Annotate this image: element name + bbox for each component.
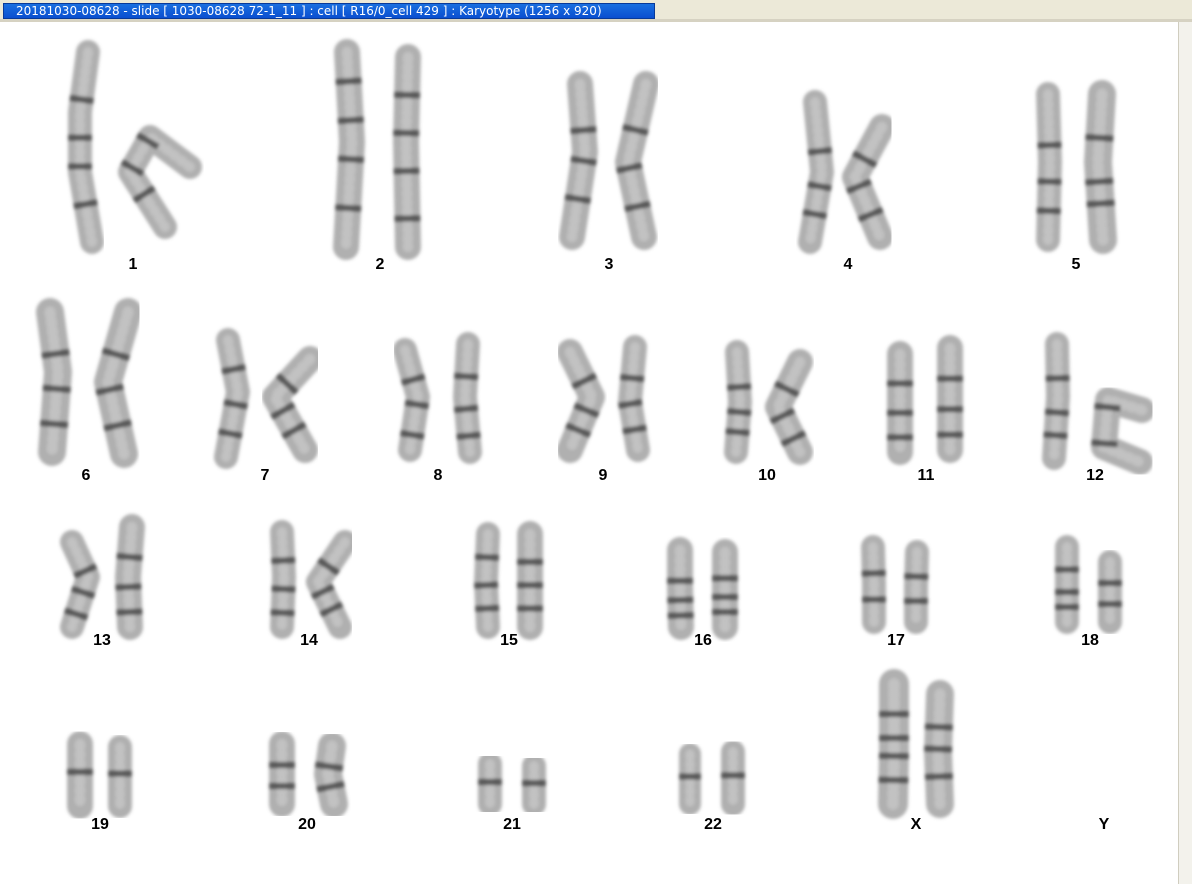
chromosome-12-a[interactable] — [1042, 332, 1070, 470]
chromosome-22-b[interactable] — [721, 740, 745, 816]
pair-label-X: X — [910, 816, 922, 833]
chromosome-22-a[interactable] — [679, 743, 701, 815]
pair-label-4: 4 — [843, 256, 853, 273]
pair-label-15: 15 — [500, 632, 518, 649]
chromosome-10-a[interactable] — [724, 340, 752, 464]
pair-label-17: 17 — [887, 632, 905, 649]
chromosome-15-a[interactable] — [474, 522, 500, 639]
chromosome-3-b[interactable] — [615, 71, 659, 250]
vertical-scrollbar[interactable] — [1178, 22, 1192, 884]
pair-label-12: 12 — [1086, 467, 1104, 484]
chromosome-20-b[interactable] — [314, 732, 348, 818]
chromosome-4-a[interactable] — [798, 90, 834, 254]
chromosome-8-a[interactable] — [393, 338, 430, 462]
chromosome-6-a[interactable] — [36, 298, 72, 466]
pair-label-13: 13 — [93, 632, 111, 649]
pair-label-1: 1 — [128, 256, 138, 273]
chromosome-11-b[interactable] — [937, 335, 963, 463]
chromosome-X-b[interactable] — [924, 680, 954, 818]
chromosome-10-b[interactable] — [765, 349, 813, 465]
chromosome-4-b[interactable] — [842, 114, 895, 250]
chromosome-7-a[interactable] — [214, 328, 250, 469]
window-title: 20181030-08628 - slide [ 1030-08628 72-1… — [16, 4, 602, 18]
pair-label-22: 22 — [704, 816, 722, 833]
chromosome-2-b[interactable] — [393, 44, 421, 260]
pair-label-Y: Y — [1098, 816, 1110, 833]
pair-label-20: 20 — [298, 816, 316, 833]
chromosome-17-a[interactable] — [861, 535, 886, 634]
pair-label-9: 9 — [598, 467, 608, 484]
chromosome-9-a[interactable] — [557, 339, 605, 463]
pair-label-18: 18 — [1081, 632, 1099, 649]
chromosome-14-b[interactable] — [306, 530, 357, 639]
chromosome-2-a[interactable] — [333, 39, 365, 260]
chromosome-19-b[interactable] — [108, 735, 132, 818]
chromosome-12-b[interactable] — [1091, 387, 1155, 475]
pair-label-8: 8 — [433, 467, 443, 484]
chromosome-7-b[interactable] — [262, 346, 323, 463]
chromosome-15-b[interactable] — [517, 521, 543, 640]
pair-label-19: 19 — [91, 816, 109, 833]
pair-label-11: 11 — [917, 467, 935, 484]
chromosome-5-b[interactable] — [1084, 80, 1117, 254]
karyotype-window: 20181030-08628 - slide [ 1030-08628 72-1… — [0, 0, 1192, 884]
pair-label-14: 14 — [300, 632, 318, 649]
pair-label-3: 3 — [604, 256, 614, 273]
chromosome-1-a[interactable] — [68, 40, 104, 254]
pair-label-7: 7 — [260, 467, 270, 484]
chromosome-images — [36, 39, 1155, 819]
pair-label-2: 2 — [375, 256, 385, 273]
chromosome-13-a[interactable] — [60, 530, 100, 639]
chromosome-9-b[interactable] — [617, 335, 650, 462]
chromosome-21-a[interactable] — [478, 752, 502, 816]
chromosome-17-b[interactable] — [904, 540, 929, 634]
chromosome-14-a[interactable] — [270, 520, 296, 639]
chromosome-16-b[interactable] — [712, 539, 738, 640]
chromosome-13-b[interactable] — [115, 514, 145, 640]
chromosome-18-b[interactable] — [1098, 550, 1122, 634]
chromosome-11-a[interactable] — [887, 341, 913, 465]
chromosome-21-b[interactable] — [522, 754, 546, 816]
chromosome-X-a[interactable] — [878, 669, 909, 819]
pair-label-5: 5 — [1071, 256, 1081, 273]
chromosome-3-a[interactable] — [559, 71, 598, 250]
window-title-bar[interactable]: 20181030-08628 - slide [ 1030-08628 72-1… — [3, 3, 655, 19]
pair-label-10: 10 — [758, 467, 776, 484]
karyotype-canvas: 1 2 3 4 5 6 7 8 9 10 11 12 13 14 15 16 1… — [0, 22, 1178, 884]
chromosome-5-a[interactable] — [1036, 82, 1062, 252]
chromosome-16-a[interactable] — [667, 537, 694, 640]
pair-label-6: 6 — [81, 467, 91, 484]
pair-label-21: 21 — [503, 816, 521, 833]
chromosome-6-b[interactable] — [94, 298, 142, 468]
chromosome-8-b[interactable] — [453, 332, 482, 464]
chromosome-1-b[interactable] — [118, 125, 202, 239]
chromosome-20-a[interactable] — [269, 731, 295, 817]
chromosome-18-a[interactable] — [1055, 535, 1079, 634]
pair-label-16: 16 — [694, 632, 712, 649]
chromosome-19-a[interactable] — [67, 731, 93, 819]
